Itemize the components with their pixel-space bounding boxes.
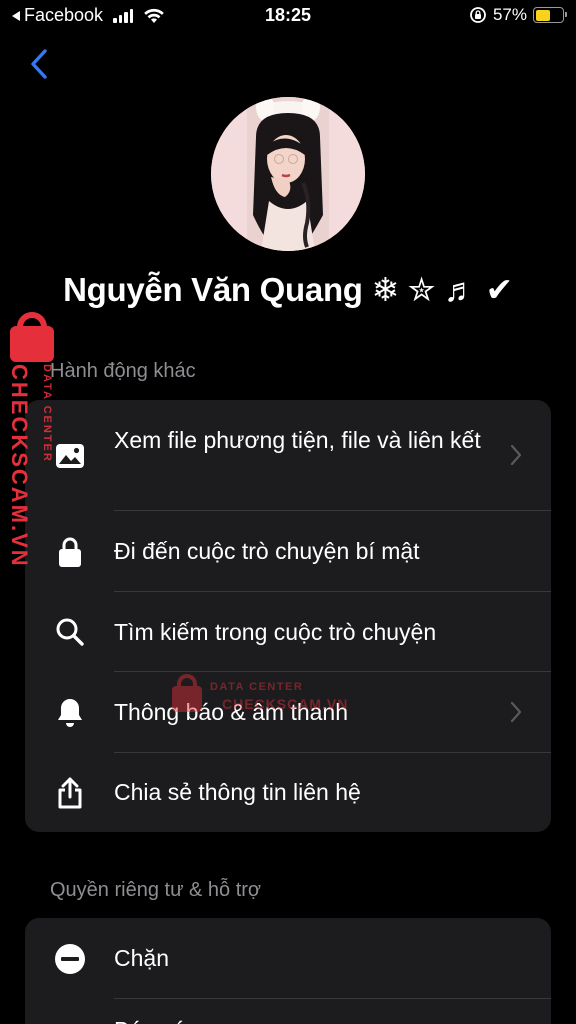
search-icon — [53, 615, 87, 649]
row-block[interactable]: Chặn — [25, 918, 551, 999]
chevron-left-icon — [31, 49, 47, 79]
row-search-in-conversation[interactable]: Tìm kiếm trong cuộc trò chuyện — [25, 592, 551, 672]
status-right: 57% — [469, 5, 567, 25]
more-actions-card: Xem file phương tiện, file và liên kết Đ… — [25, 400, 551, 832]
photo-icon — [53, 439, 87, 473]
status-bar: Facebook 18:25 57% — [0, 0, 576, 34]
section-header-more-actions: Hành động khác — [50, 360, 196, 382]
battery-level-fill — [535, 9, 551, 21]
lock-icon — [53, 535, 87, 569]
row-report[interactable]: Báo cáo — [25, 999, 551, 1024]
back-button[interactable] — [22, 44, 56, 84]
chevron-right-icon — [509, 700, 523, 724]
row-view-media-files-links[interactable]: Xem file phương tiện, file và liên kết — [25, 400, 551, 511]
row-secret-conversation[interactable]: Đi đến cuộc trò chuyện bí mật — [25, 511, 551, 592]
battery-icon — [533, 7, 567, 23]
battery-percent: 57% — [492, 5, 527, 24]
row-label: Xem file phương tiện, file và liên kết — [114, 427, 481, 453]
row-label: Chặn — [114, 945, 169, 971]
row-share-contact[interactable]: Chia sẻ thông tin liên hệ — [25, 753, 551, 832]
row-notifications-sounds[interactable]: Thông báo & âm thanh — [25, 672, 551, 753]
row-label: Chia sẻ thông tin liên hệ — [114, 779, 361, 805]
bell-icon — [53, 696, 87, 730]
profile-name: Nguyễn Văn Quang ❄︎ ✮ ♬ ✔︎ — [63, 271, 513, 308]
share-icon — [53, 776, 87, 810]
watermark-lock-icon — [17, 312, 47, 336]
block-icon — [53, 942, 87, 976]
row-label: Tìm kiếm trong cuộc trò chuyện — [114, 619, 437, 645]
avatar-photo — [211, 97, 365, 251]
rotation-lock-icon — [470, 7, 486, 23]
row-label: Đi đến cuộc trò chuyện bí mật — [114, 538, 420, 564]
row-label: Báo cáo — [114, 1015, 501, 1024]
row-label: Thông báo & âm thanh — [114, 699, 348, 725]
privacy-support-card: Chặn Báo cáo — [25, 918, 551, 1024]
profile-avatar[interactable] — [211, 97, 365, 251]
chevron-right-icon — [509, 443, 523, 467]
section-header-privacy-support: Quyền riêng tư & hỗ trợ — [50, 879, 262, 901]
